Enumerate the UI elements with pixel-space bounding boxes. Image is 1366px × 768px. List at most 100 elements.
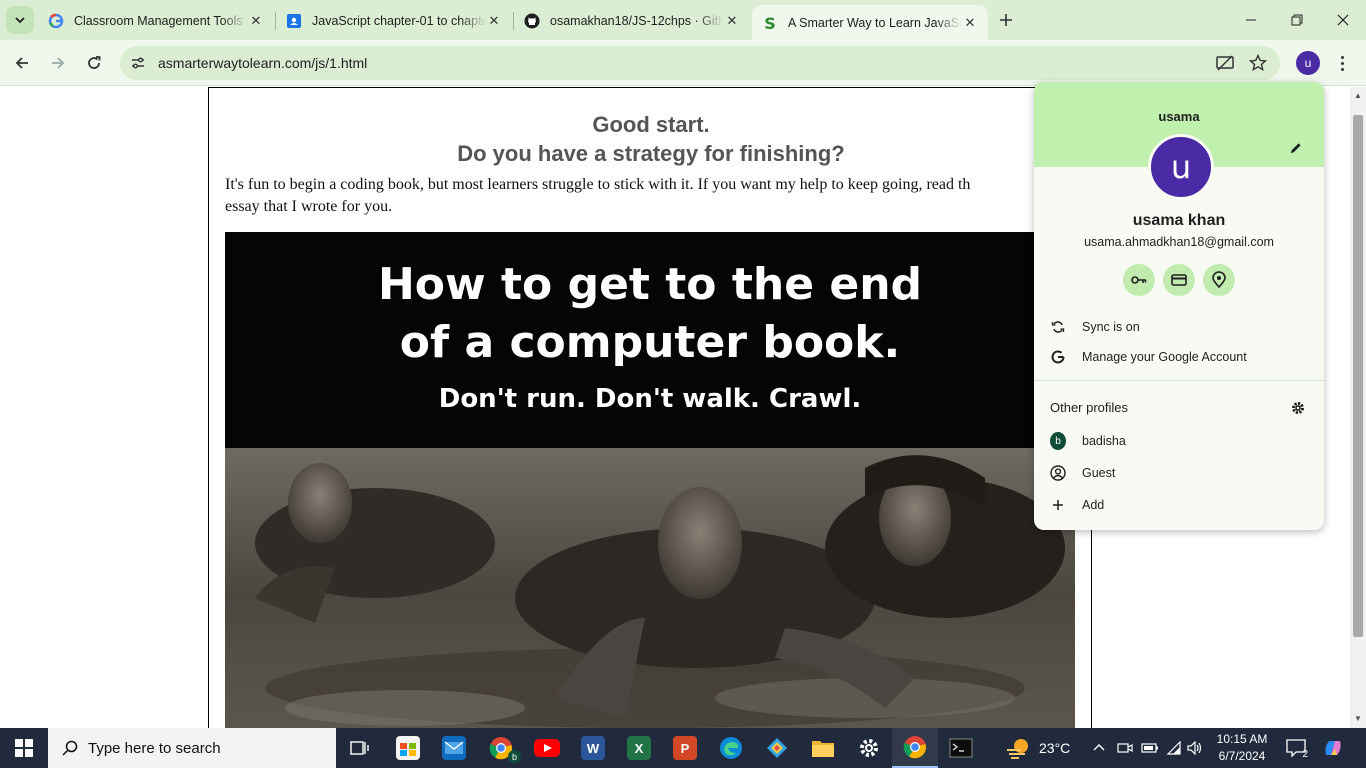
forward-button[interactable]: [44, 49, 72, 77]
minimize-icon: [1246, 19, 1256, 21]
arrow-left-icon: [15, 57, 28, 69]
copilot-tray[interactable]: [1322, 728, 1344, 768]
taskbar-settings[interactable]: [846, 728, 892, 768]
weather-temperature: 23°C: [1039, 740, 1071, 756]
taskbar-search[interactable]: Type here to search: [48, 728, 336, 768]
chevron-down-icon: [15, 17, 25, 24]
close-tab-icon[interactable]: ✕: [724, 13, 740, 29]
avatar: b: [1050, 432, 1066, 450]
reload-button[interactable]: [80, 49, 108, 77]
taskbar-file-explorer[interactable]: [800, 728, 846, 768]
url-text: asmarterwaytolearn.com/js/1.html: [158, 55, 368, 71]
task-view-button[interactable]: [337, 728, 383, 768]
taskbar-microsoft-store[interactable]: [385, 728, 431, 768]
page-scrollbar[interactable]: ▲ ▼: [1350, 87, 1366, 728]
taskbar-snipping-tool[interactable]: [754, 728, 800, 768]
taskbar-mail[interactable]: [431, 728, 477, 768]
close-tab-icon[interactable]: ✕: [248, 13, 264, 29]
taskbar-chrome-usama[interactable]: [892, 728, 938, 768]
battery-tray[interactable]: [1141, 728, 1159, 768]
site-info-icon[interactable]: [122, 47, 154, 79]
cast-off-icon[interactable]: [1212, 50, 1238, 76]
taskbar-youtube[interactable]: [524, 728, 570, 768]
profile-avatar-button[interactable]: u: [1296, 51, 1320, 75]
tab-classroom-tools[interactable]: Classroom Management Tools & ✕: [38, 5, 274, 36]
payment-methods-button[interactable]: [1163, 264, 1195, 296]
payment-card-icon: [1171, 274, 1187, 286]
passwords-button[interactable]: [1123, 264, 1155, 296]
close-window-button[interactable]: [1320, 0, 1366, 40]
google-classroom-icon: [286, 13, 302, 29]
taskbar-word[interactable]: W: [570, 728, 616, 768]
sync-status-item[interactable]: Sync is on: [1034, 312, 1324, 342]
taskbar-terminal[interactable]: [938, 728, 984, 768]
profile-item-badisha[interactable]: b badisha: [1034, 426, 1324, 456]
manage-account-item[interactable]: Manage your Google Account: [1034, 342, 1324, 372]
clock-time: 10:15 AM: [1216, 732, 1268, 746]
reload-icon: [88, 56, 101, 69]
sync-label: Sync is on: [1082, 320, 1140, 334]
edge-icon: [720, 737, 742, 759]
bookmark-star-icon[interactable]: [1245, 50, 1271, 76]
gear-icon[interactable]: [1290, 400, 1306, 416]
tab-search-button[interactable]: [6, 6, 34, 34]
svg-text:S: S: [764, 15, 776, 31]
gear-icon: [860, 739, 878, 757]
network-tray[interactable]: [1166, 728, 1182, 768]
guest-user-icon: [1050, 465, 1066, 481]
profile-item-label: Add: [1082, 498, 1105, 512]
tab-title: A Smarter Way to Learn JavaSc: [788, 15, 962, 30]
heading-good-start: Good start.: [592, 112, 710, 137]
add-profile-item[interactable]: Add: [1034, 490, 1324, 520]
address-bar[interactable]: asmarterwaytolearn.com/js/1.html: [120, 46, 1280, 80]
speaker-icon: [1187, 741, 1202, 755]
restore-icon: [1291, 14, 1303, 26]
close-tab-icon[interactable]: ✕: [486, 13, 502, 29]
snipping-tool-icon: [767, 738, 787, 758]
edit-pencil-icon[interactable]: [1286, 138, 1306, 158]
taskbar-edge[interactable]: [708, 728, 754, 768]
github-icon: [524, 13, 540, 29]
chrome-icon: [903, 736, 927, 759]
tab-javascript-chapter[interactable]: JavaScript chapter-01 to chapte ✕: [276, 5, 512, 36]
profile-item-guest[interactable]: Guest: [1034, 458, 1324, 488]
banner-subtitle: Don't run. Don't walk. Crawl.: [438, 384, 862, 414]
system-clock[interactable]: 10:15 AM 6/7/2024: [1208, 731, 1276, 765]
new-tab-button[interactable]: [995, 9, 1017, 31]
volume-tray[interactable]: [1187, 728, 1203, 768]
meet-now-tray[interactable]: [1117, 728, 1133, 768]
addresses-button[interactable]: [1203, 264, 1235, 296]
task-view-icon: [350, 741, 369, 755]
mail-icon: [442, 736, 466, 760]
heading-strategy: Do you have a strategy for finishing?: [457, 141, 845, 166]
action-center-button[interactable]: 2: [1284, 736, 1308, 760]
taskbar-chrome-badisha[interactable]: b: [478, 728, 524, 768]
essay-banner[interactable]: How to get to the end of a computer book…: [225, 232, 1075, 448]
minimize-button[interactable]: [1228, 0, 1274, 40]
sync-icon: [1050, 319, 1066, 335]
back-button[interactable]: [8, 49, 36, 77]
windows-logo-icon: [15, 739, 33, 757]
mud-crawl-photo[interactable]: [225, 448, 1075, 728]
manage-account-label: Manage your Google Account: [1082, 350, 1247, 364]
close-tab-icon[interactable]: ✕: [962, 15, 978, 31]
profile-item-label: Guest: [1082, 466, 1116, 480]
password-key-icon: [1131, 276, 1147, 284]
tab-smarter-way-active[interactable]: S A Smarter Way to Learn JavaSc ✕: [752, 5, 988, 40]
restore-button[interactable]: [1274, 0, 1320, 40]
tab-github[interactable]: osamakhan18/JS-12chps · GitHu ✕: [514, 5, 750, 36]
profile-email: usama.ahmadkhan18@gmail.com: [1084, 235, 1274, 249]
clock-date: 6/7/2024: [1218, 749, 1266, 763]
scroll-up-icon[interactable]: ▲: [1354, 91, 1362, 100]
taskbar-powerpoint[interactable]: P: [662, 728, 708, 768]
scroll-down-icon[interactable]: ▼: [1354, 714, 1362, 723]
more-menu-icon[interactable]: [1334, 51, 1350, 75]
tab-title: JavaScript chapter-01 to chapte: [312, 13, 486, 28]
profile-name: usama: [1158, 109, 1200, 124]
taskbar-excel[interactable]: X: [616, 728, 662, 768]
show-hidden-icons[interactable]: [1092, 728, 1106, 768]
weather-widget[interactable]: 23°C: [1005, 728, 1070, 768]
scrollbar-thumb[interactable]: [1353, 115, 1363, 637]
start-button[interactable]: [0, 728, 48, 768]
word-icon: W: [581, 736, 605, 760]
